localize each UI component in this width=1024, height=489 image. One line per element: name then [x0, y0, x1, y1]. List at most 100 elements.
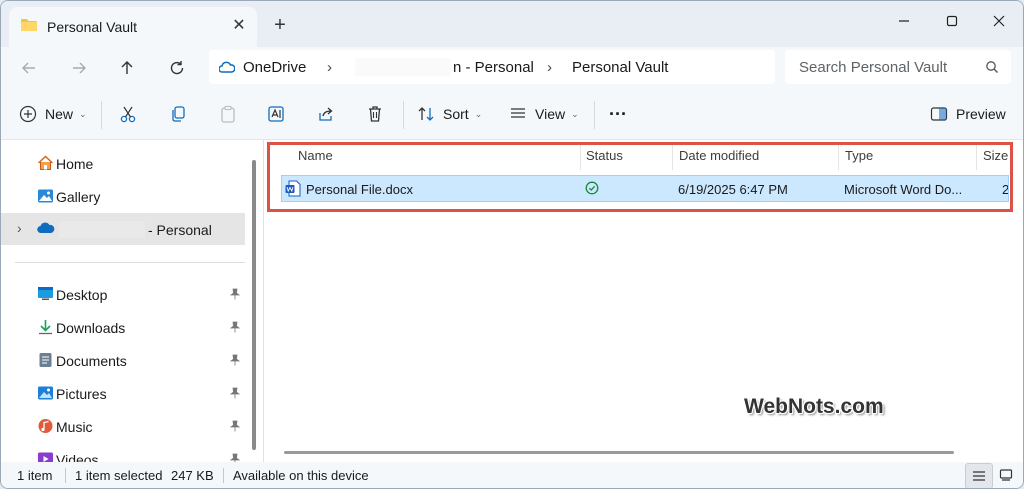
details-view-icon: [973, 471, 985, 481]
minimize-button[interactable]: [881, 5, 927, 37]
tab-close-icon[interactable]: ✕: [227, 14, 251, 38]
annotation-highlight-box: [267, 142, 1013, 212]
chevron-down-icon: ⌄: [571, 108, 579, 119]
nav-label: Downloads: [56, 320, 126, 336]
nav-label: Music: [56, 419, 93, 435]
pin-icon[interactable]: [229, 420, 241, 435]
music-icon: [37, 418, 54, 437]
copy-button[interactable]: [169, 99, 187, 129]
sort-button[interactable]: Sort ⌄: [417, 99, 482, 129]
item-count: 1 item: [17, 468, 53, 483]
view-label: View: [535, 106, 566, 122]
onedrive-cloud-icon: [37, 221, 55, 237]
nav-item-desktop[interactable]: Desktop: [1, 278, 245, 310]
cut-button[interactable]: [119, 99, 137, 129]
pin-icon[interactable]: [229, 288, 241, 303]
videos-icon: [37, 451, 54, 462]
nav-item-music[interactable]: Music: [1, 410, 245, 442]
pin-icon[interactable]: [229, 354, 241, 369]
nav-item-onedrive-personal[interactable]: › - Personal: [1, 213, 245, 245]
nav-item-videos[interactable]: Videos: [1, 443, 245, 462]
close-button[interactable]: [976, 5, 1022, 37]
address-bar[interactable]: OneDrive › n - Personal › Personal Vault: [209, 50, 775, 84]
nav-label: Videos: [56, 452, 99, 462]
horizontal-scrollbar[interactable]: [284, 451, 954, 454]
documents-icon: [37, 352, 54, 371]
onedrive-cloud-icon: [218, 60, 236, 78]
redacted-account-name: [59, 221, 145, 238]
nav-scrollbar[interactable]: [252, 160, 256, 450]
title-bar: Personal Vault ✕ +: [1, 1, 1023, 47]
delete-button[interactable]: [366, 99, 384, 129]
preview-label: Preview: [956, 106, 1006, 122]
new-button[interactable]: New ⌄: [19, 99, 87, 129]
tab-title: Personal Vault: [47, 19, 138, 35]
tab-personal-vault[interactable]: Personal Vault ✕: [9, 7, 257, 47]
more-options-button[interactable]: ···: [609, 99, 627, 129]
share-icon: [319, 107, 333, 121]
toolbar-divider: [403, 101, 404, 129]
refresh-icon: [170, 61, 184, 75]
file-list: Name Status Date modified Type Size Pers…: [264, 140, 1023, 462]
back-arrow-icon: [22, 62, 35, 74]
paste-button[interactable]: [219, 99, 237, 129]
breadcrumb-personal-vault[interactable]: Personal Vault: [572, 59, 668, 76]
preview-button[interactable]: Preview: [930, 99, 1006, 129]
nav-item-home[interactable]: Home: [1, 147, 245, 179]
maximize-icon: [946, 15, 958, 27]
toolbar-divider: [101, 101, 102, 129]
nav-label: Pictures: [56, 386, 107, 402]
pictures-icon: [37, 385, 54, 404]
rename-button[interactable]: [267, 99, 285, 129]
breadcrumb-separator[interactable]: ›: [547, 59, 552, 76]
pin-icon[interactable]: [229, 453, 241, 462]
pin-icon[interactable]: [229, 321, 241, 336]
trash-icon: [369, 106, 381, 122]
nav-item-gallery[interactable]: Gallery: [1, 180, 245, 212]
refresh-button[interactable]: [163, 54, 191, 82]
view-button[interactable]: View ⌄: [509, 99, 579, 129]
home-icon: [37, 155, 54, 174]
nav-item-pictures[interactable]: Pictures: [1, 377, 245, 409]
nav-label: Gallery: [56, 189, 101, 205]
up-arrow-icon: [121, 61, 133, 74]
sort-icon: [418, 107, 434, 121]
maximize-button[interactable]: [929, 5, 975, 37]
breadcrumb-personal[interactable]: n - Personal: [453, 59, 534, 76]
nav-item-documents[interactable]: Documents: [1, 344, 245, 376]
expand-chevron-icon[interactable]: ›: [17, 220, 22, 236]
new-label: New: [45, 106, 74, 122]
status-bar: 1 item 1 item selected 247 KB Available …: [1, 462, 1023, 488]
search-box[interactable]: Search Personal Vault: [785, 50, 1011, 84]
back-button[interactable]: [15, 54, 43, 82]
search-input[interactable]: Search Personal Vault: [799, 59, 947, 76]
tiles-view-button[interactable]: [993, 463, 1019, 487]
breadcrumb-separator[interactable]: ›: [327, 59, 332, 76]
details-view-button[interactable]: [965, 463, 993, 488]
nav-label: Desktop: [56, 287, 108, 303]
minimize-icon: [899, 20, 909, 22]
forward-button[interactable]: [65, 54, 93, 82]
desktop-icon: [37, 286, 54, 304]
watermark: WebNots.com: [744, 395, 884, 418]
forward-arrow-icon: [73, 62, 86, 74]
breadcrumb-onedrive[interactable]: OneDrive: [243, 59, 306, 76]
up-button[interactable]: [113, 54, 141, 82]
folder-icon: [21, 18, 37, 35]
downloads-icon: [37, 319, 54, 338]
gallery-icon: [37, 188, 54, 207]
cut-icon: [120, 106, 136, 123]
chevron-down-icon: ⌄: [79, 108, 87, 119]
pin-icon[interactable]: [229, 387, 241, 402]
address-row: OneDrive › n - Personal › Personal Vault…: [1, 47, 1023, 89]
nav-label: Documents: [56, 353, 127, 369]
close-icon: [993, 15, 1005, 27]
plus-circle-icon: [19, 105, 37, 123]
new-tab-button[interactable]: +: [269, 14, 291, 36]
nav-label: Home: [56, 156, 94, 172]
file-explorer-window: Personal Vault ✕ + OneDrive › n - Person…: [0, 0, 1024, 489]
share-button[interactable]: [317, 99, 335, 129]
nav-item-downloads[interactable]: Downloads: [1, 311, 245, 343]
rename-icon: [268, 106, 284, 122]
preview-pane-icon: [930, 107, 948, 121]
